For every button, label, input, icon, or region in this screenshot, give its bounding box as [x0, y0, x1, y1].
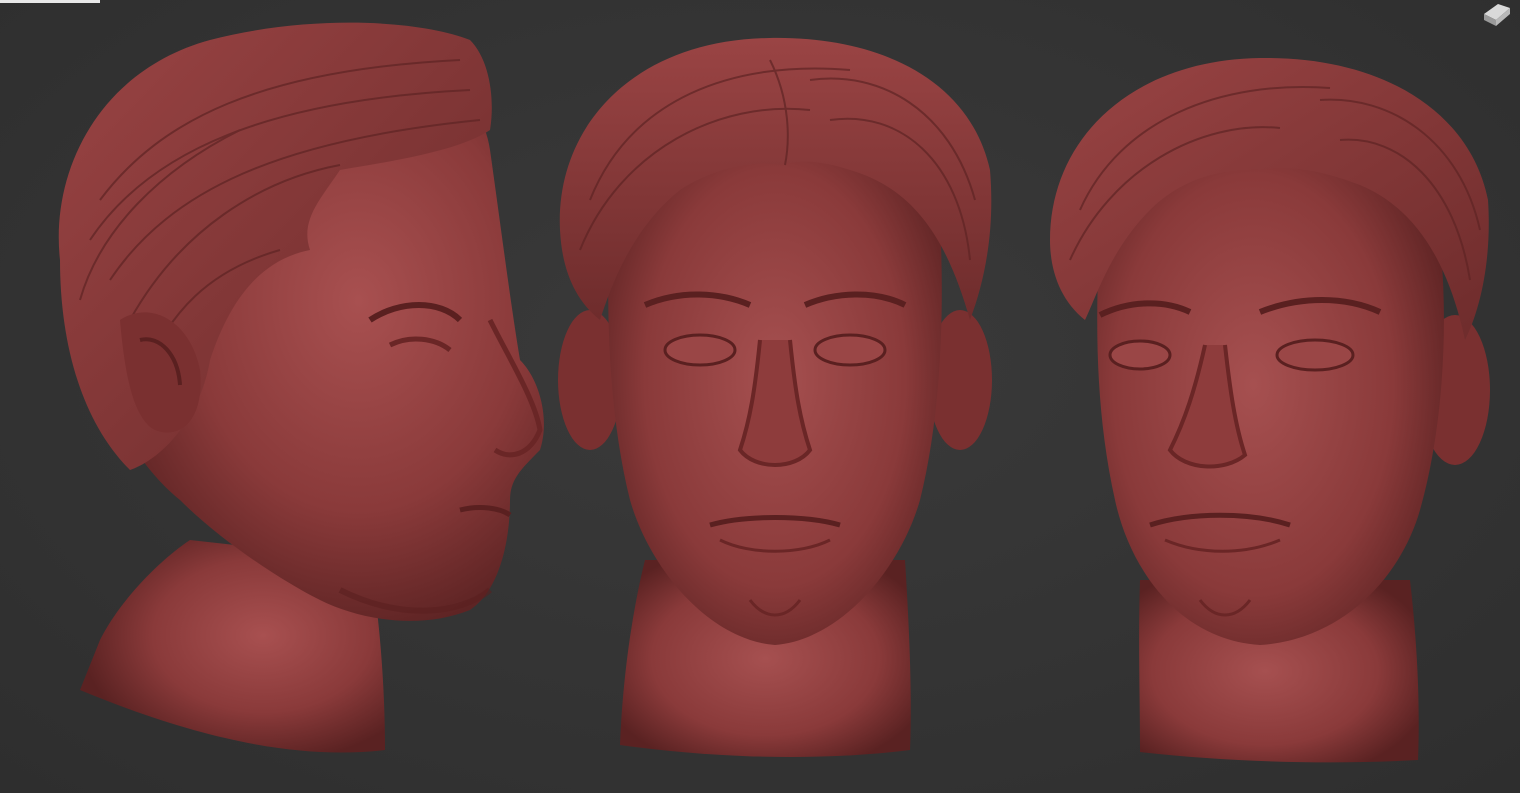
head-three-quarter-view[interactable]: [1040, 0, 1500, 793]
sculpt-viewport[interactable]: [0, 0, 1520, 793]
head-side-view[interactable]: [40, 0, 560, 793]
head-front-view[interactable]: [550, 0, 1000, 793]
